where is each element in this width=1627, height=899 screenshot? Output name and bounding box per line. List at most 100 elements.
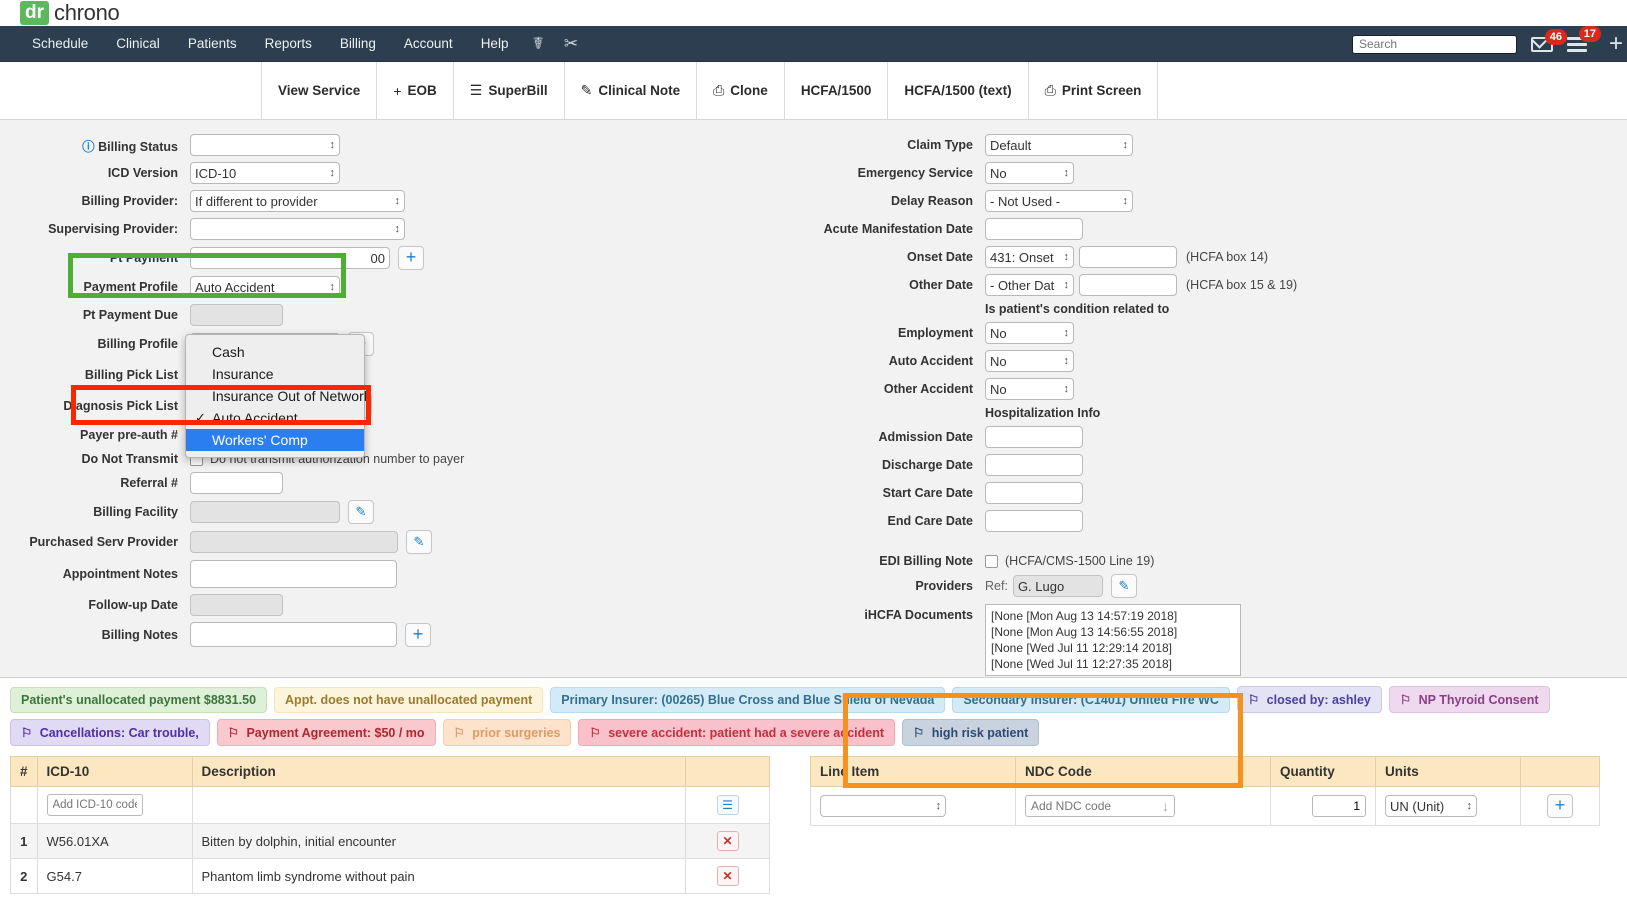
onset-date-input[interactable] [1079,246,1177,268]
pt-payment-due-input[interactable] [190,304,283,326]
billing-provider-select[interactable]: If different to provider [190,190,405,212]
add-line-item-button[interactable]: + [1547,794,1573,818]
quantity-input[interactable] [1312,795,1366,817]
ihcfa-documents-list[interactable]: [None [Mon Aug 13 14:57:19 2018] [None [… [985,604,1241,676]
nav-item-account[interactable]: Account [390,26,467,62]
pt-payment-input[interactable] [190,247,390,269]
view-service-button[interactable]: View Service [262,62,378,119]
status-badge[interactable]: ⚐ closed by: ashley [1236,686,1382,713]
dropdown-option-insurance[interactable]: Insurance [186,363,364,385]
onset-date-qualifier-select[interactable]: 431: Onset o [985,246,1074,268]
list-item[interactable]: [None [Mon Aug 13 14:57:19 2018] [991,608,1235,624]
other-date-qualifier-select[interactable]: - Other Date [985,274,1074,296]
admission-date-input[interactable] [985,426,1083,448]
status-badge[interactable]: ⚐ high risk patient [902,719,1040,746]
superbill-button[interactable]: ☰ SuperBill [454,62,565,119]
plus-icon: + [393,82,402,99]
claim-type-select[interactable]: Default [985,134,1133,156]
clone-button[interactable]: ⎙ Clone [697,62,785,119]
status-badge[interactable]: ⚐ Cancellations: Car trouble, [10,719,210,746]
payment-profile-select[interactable]: Auto Accident [190,276,340,298]
employment-select[interactable]: No [985,322,1074,344]
status-badge[interactable]: Appt. does not have unallocated payment [274,686,544,713]
other-accident-select[interactable]: No [985,378,1074,400]
print-screen-button[interactable]: ⎙ Print Screen [1029,62,1159,119]
list-item[interactable]: [None [Wed Jul 11 12:27:35 2018] [991,656,1235,672]
nav-item-help[interactable]: Help [467,26,523,62]
appointment-notes-textarea[interactable] [190,560,397,588]
icd-version-select[interactable]: ICD-10 [190,162,340,184]
status-badge[interactable]: ⚐ NP Thyroid Consent [1388,686,1550,713]
search-input[interactable] [1351,34,1517,54]
purchased-serv-provider-input[interactable] [190,531,398,553]
icd-version-label: ICD Version [107,166,178,180]
tasks-menu-button[interactable]: 17 [1566,25,1601,55]
edi-billing-note-checkbox[interactable] [985,554,998,568]
messages-button[interactable]: 46 [1530,28,1567,52]
discharge-date-row: Discharge Date [800,454,1627,476]
add-eob-button[interactable]: + EOB [377,62,454,119]
ref-provider-input[interactable] [1012,575,1103,597]
hcfa-1500-button[interactable]: HCFA/1500 [785,62,889,119]
caduceus-icon[interactable]: ☤ [522,26,553,62]
nav-item-reports[interactable]: Reports [251,26,326,62]
supervising-provider-label: Supervising Provider: [48,222,178,236]
nav-item-schedule[interactable]: Schedule [18,26,102,62]
employment-select-wrap: No [985,322,1074,344]
billing-status-select[interactable] [190,134,340,156]
edit-billing-facility-icon[interactable]: ✎ [348,500,374,524]
list-item[interactable]: [None [Mon Aug 13 14:56:55 2018] [991,624,1235,640]
emergency-service-select[interactable]: No [985,162,1074,184]
drchrono-logo[interactable]: dr chrono [20,0,120,26]
auto-accident-select[interactable]: No [985,350,1074,372]
clinical-note-button[interactable]: ✎ Clinical Note [565,62,698,119]
status-badge[interactable]: ⚐ prior surgeries [442,719,572,746]
line-item-select[interactable] [820,795,946,817]
other-date-input[interactable] [1079,274,1177,296]
followup-date-input[interactable] [190,594,283,616]
edit-ref-provider-icon[interactable]: ✎ [1110,574,1137,598]
referral-input[interactable] [190,472,283,494]
nav-item-clinical[interactable]: Clinical [102,26,174,62]
eob-label: EOB [407,83,437,98]
followup-date-label: Follow-up Date [88,598,178,612]
status-badge[interactable]: Patient's unallocated payment $8831.50 [10,686,268,713]
discharge-date-input[interactable] [985,454,1083,476]
status-badge[interactable]: Secondary Insurer: (C1401) United Fire W… [952,686,1230,713]
line-item-table: Line Item NDC Code Quantity Units ↕ Add … [810,756,1600,826]
acute-manifestation-date-input[interactable] [985,218,1083,240]
add-new-icon[interactable]: + [1609,31,1623,57]
delete-icd-row-button[interactable]: ✕ [716,866,739,886]
dropdown-option-auto-accident[interactable]: Auto Accident [186,407,364,429]
payment-profile-dropdown[interactable]: Cash Insurance Insurance Out of Network … [185,334,371,458]
nav-item-patients[interactable]: Patients [174,26,251,62]
dropdown-option-insurance-out-of-network[interactable]: Insurance Out of Network [186,385,371,407]
ndc-code-input[interactable] [1025,795,1175,817]
add-billing-note-button[interactable]: + [405,622,431,647]
units-select[interactable]: UN (Unit) [1385,795,1477,817]
billing-notes-textarea[interactable] [190,622,397,647]
list-item[interactable]: [None [Wed Jul 11 12:29:14 2018] [991,640,1235,656]
billing-profile-label: Billing Profile [97,337,178,351]
add-icd-10-input[interactable] [46,794,143,816]
add-pt-payment-button[interactable]: + [398,246,424,270]
status-badge[interactable]: Primary Insurer: (00265) Blue Cross and … [550,686,946,713]
other-accident-label: Other Accident [883,382,973,396]
delay-reason-select[interactable]: - Not Used - [985,190,1133,212]
line-item-table-container: Line Item NDC Code Quantity Units ↕ Add … [810,756,1600,826]
end-care-date-input[interactable] [985,510,1083,532]
edit-purchased-serv-provider-icon[interactable]: ✎ [406,530,432,554]
hcfa-1500-text-button[interactable]: HCFA/1500 (text) [888,62,1029,119]
icd-menu-icon[interactable]: ☰ [716,795,739,815]
dropdown-option-workers-comp[interactable]: Workers' Comp [186,429,364,451]
nav-item-billing[interactable]: Billing [326,26,390,62]
status-badge[interactable]: ⚐ severe accident: patient had a severe … [578,719,896,746]
dropdown-option-cash[interactable]: Cash [186,341,364,363]
billing-provider-row: Billing Provider: If different to provid… [0,190,800,212]
start-care-date-input[interactable] [985,482,1083,504]
billing-facility-input[interactable] [190,501,340,523]
delete-icd-row-button[interactable]: ✕ [716,831,739,851]
scissors-icon[interactable]: ✂ [554,26,588,62]
status-badge[interactable]: ⚐ Payment Agreement: $50 / mo [216,719,436,746]
supervising-provider-select[interactable] [190,218,405,240]
